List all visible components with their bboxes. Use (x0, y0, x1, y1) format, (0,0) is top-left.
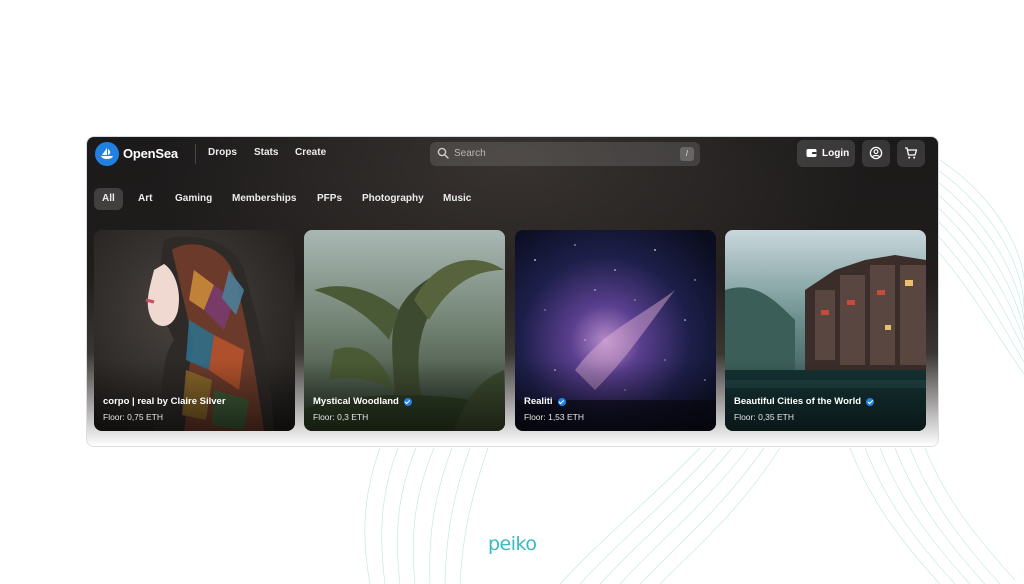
account-icon (869, 146, 883, 160)
cart-button[interactable] (897, 140, 925, 167)
verified-badge-icon (866, 397, 875, 406)
account-button[interactable] (862, 140, 890, 167)
collection-card-realiti[interactable]: Realiti Floor: 1,53 ETH (515, 230, 716, 431)
verified-badge-icon (557, 397, 566, 406)
top-navbar: OpenSea Drops Stats Create Search / Logi… (87, 137, 938, 171)
search-bar[interactable]: Search / (430, 142, 700, 166)
brand-name[interactable]: OpenSea (123, 146, 178, 161)
search-icon (437, 147, 449, 159)
tab-memberships[interactable]: Memberships (232, 188, 296, 210)
cart-icon (905, 147, 918, 159)
collection-name: Beautiful Cities of the World (734, 396, 875, 407)
hero-panel: OpenSea Drops Stats Create Search / Logi… (87, 137, 938, 446)
collection-floor: Floor: 1,53 ETH (524, 412, 584, 422)
search-placeholder: Search (454, 148, 486, 159)
login-button[interactable]: Login (797, 140, 855, 167)
collection-name: corpo | real by Claire Silver (103, 396, 226, 407)
verified-badge-icon (403, 397, 412, 406)
wallet-icon (806, 149, 817, 157)
nav-create[interactable]: Create (295, 147, 326, 158)
nav-drops[interactable]: Drops (208, 147, 237, 158)
collection-card-beautiful-cities[interactable]: Beautiful Cities of the World Floor: 0,3… (725, 230, 926, 431)
login-label: Login (822, 148, 850, 159)
collection-card-mystical-woodland[interactable]: Mystical Woodland Floor: 0,3 ETH (304, 230, 505, 431)
tab-gaming[interactable]: Gaming (175, 188, 212, 210)
nav-stats[interactable]: Stats (254, 147, 278, 158)
tab-photography[interactable]: Photography (362, 188, 424, 210)
collection-name: Realiti (524, 396, 566, 407)
search-shortcut-key: / (680, 147, 694, 161)
tab-all[interactable]: All (94, 188, 123, 210)
nav-divider (195, 144, 196, 164)
collection-floor: Floor: 0,35 ETH (734, 412, 794, 422)
collection-name: Mystical Woodland (313, 396, 412, 407)
opensea-logo-icon[interactable] (95, 142, 119, 166)
tab-art[interactable]: Art (138, 188, 152, 210)
tab-music[interactable]: Music (443, 188, 471, 210)
collection-card-corpo-real[interactable]: corpo | real by Claire Silver Floor: 0,7… (94, 230, 295, 431)
peiko-logo: peiko (488, 533, 537, 555)
collection-floor: Floor: 0,3 ETH (313, 412, 369, 422)
browser-frame: OpenSea Drops Stats Create Search / Logi… (86, 136, 939, 447)
collection-floor: Floor: 0,75 ETH (103, 412, 163, 422)
tab-pfps[interactable]: PFPs (317, 188, 342, 210)
